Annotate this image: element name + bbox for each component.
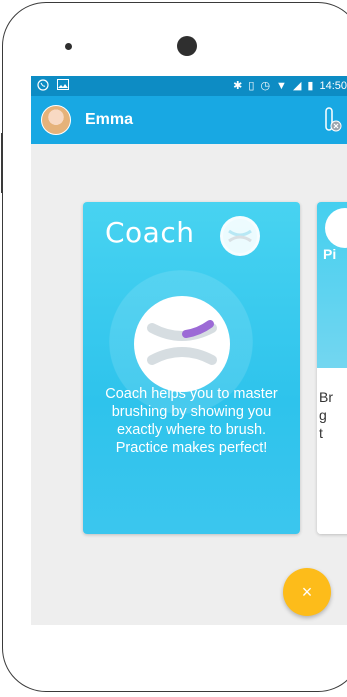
alarm-icon: ◷ bbox=[260, 79, 271, 92]
toothbrush-disconnected-icon[interactable] bbox=[321, 105, 343, 135]
status-right: ✱ ▯ ◷ ▼ ◢ ▮ 14:50 bbox=[233, 79, 347, 92]
next-card-text: Br g t bbox=[319, 389, 333, 441]
close-fab-button[interactable]: × bbox=[283, 568, 331, 616]
side-button bbox=[1, 133, 4, 193]
whatsapp-icon bbox=[37, 78, 49, 94]
next-card[interactable]: Pi Br g t bbox=[317, 202, 347, 534]
image-icon bbox=[57, 79, 69, 93]
battery-icon: ▮ bbox=[307, 79, 314, 92]
next-card-title: Pi bbox=[323, 246, 337, 262]
card-description: Coach helps you to master brushing by sh… bbox=[105, 386, 278, 456]
card-title: Coach bbox=[105, 216, 195, 249]
user-avatar[interactable] bbox=[41, 105, 71, 135]
coach-teeth-icon bbox=[134, 296, 230, 392]
front-camera bbox=[177, 36, 197, 56]
app-bar: Emma bbox=[31, 96, 347, 144]
speaker-dot bbox=[65, 43, 72, 50]
wifi-icon: ▼ bbox=[276, 79, 287, 92]
signal-icon: ◢ bbox=[292, 79, 302, 92]
phone-frame: ✱ ▯ ◷ ▼ ◢ ▮ 14:50 Emma Coach Coach helps… bbox=[1, 2, 347, 692]
close-icon: × bbox=[301, 581, 313, 602]
bluetooth-icon: ✱ bbox=[233, 79, 243, 92]
status-bar: ✱ ▯ ◷ ▼ ◢ ▮ 14:50 bbox=[31, 76, 347, 96]
status-left bbox=[37, 78, 69, 94]
mini-brush-icon bbox=[220, 216, 260, 256]
coach-card[interactable]: Coach Coach helps you to master brushing… bbox=[83, 202, 300, 534]
user-name[interactable]: Emma bbox=[85, 111, 133, 129]
status-time: 14:50 bbox=[319, 79, 347, 92]
next-card-badge bbox=[325, 208, 347, 248]
screen: ✱ ▯ ◷ ▼ ◢ ▮ 14:50 Emma Coach Coach helps… bbox=[31, 76, 347, 625]
vibrate-icon: ▯ bbox=[248, 79, 255, 92]
